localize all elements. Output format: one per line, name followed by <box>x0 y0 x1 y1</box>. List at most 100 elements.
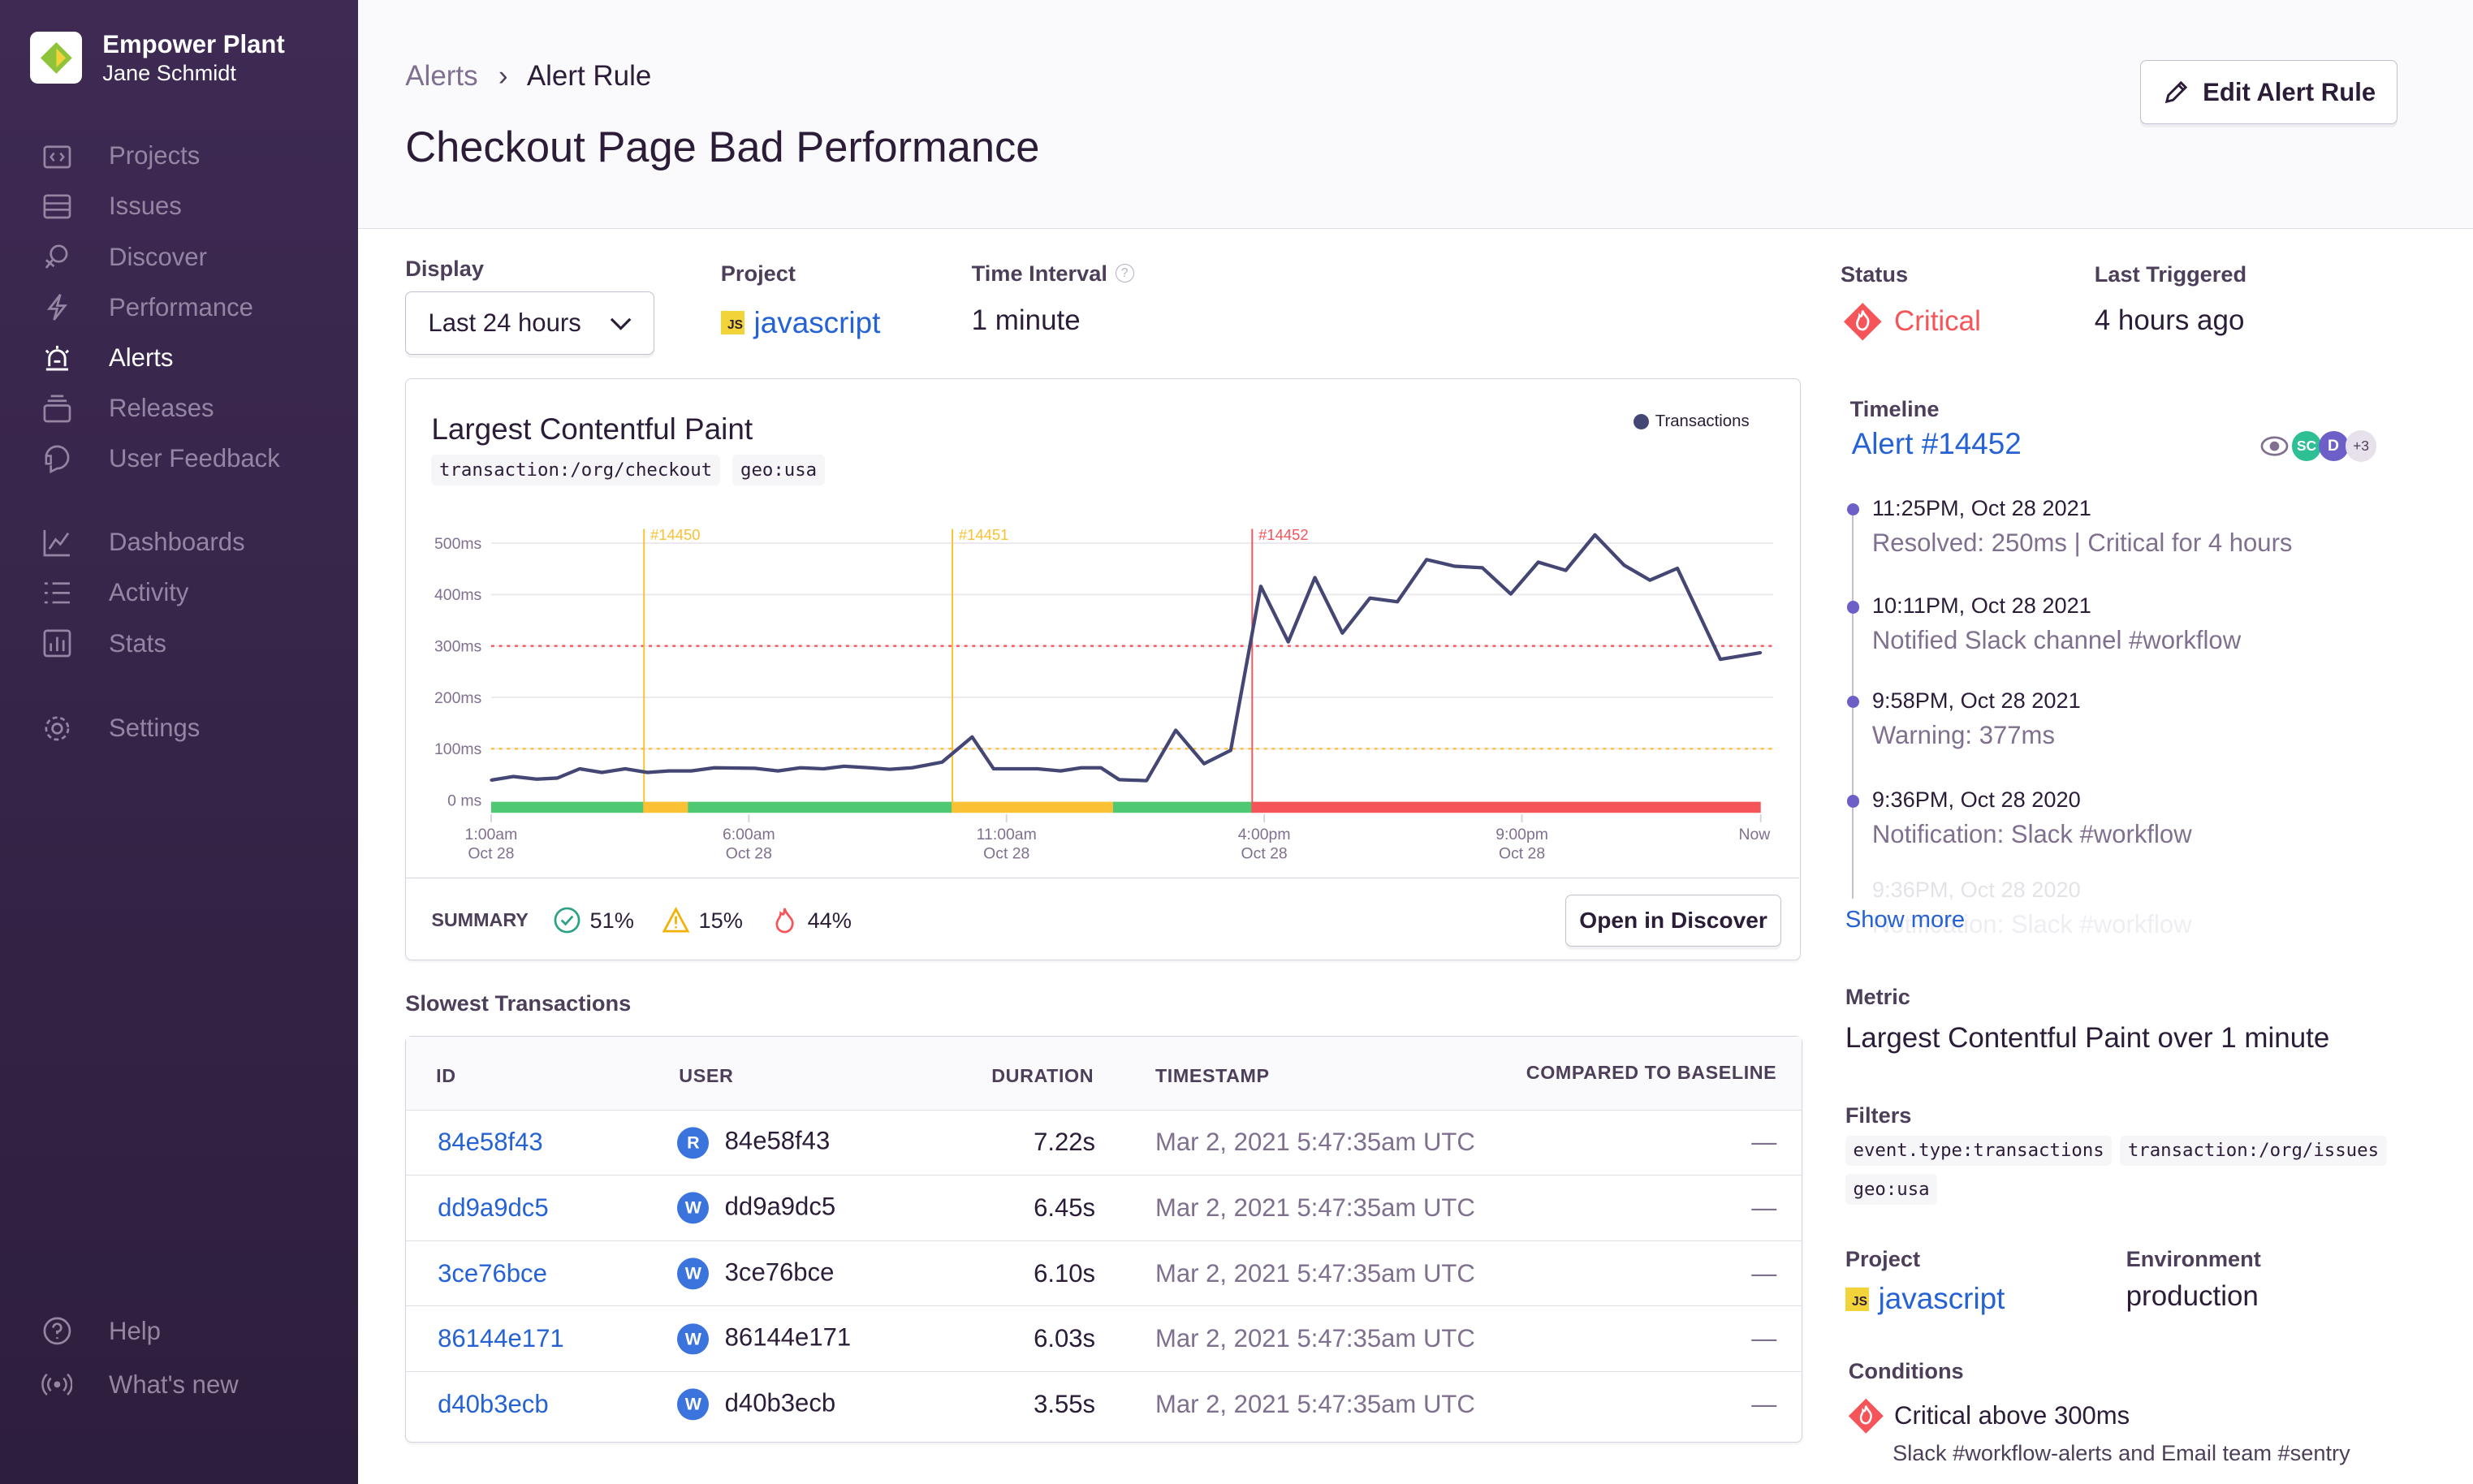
user-cell: W 86144e171 <box>677 1323 851 1355</box>
timeline-event-time: 10:11PM, Oct 28 2021 <box>1871 593 2091 619</box>
user-name[interactable]: Jane Schmidt <box>102 60 236 86</box>
org-logo[interactable] <box>29 31 82 84</box>
incident-marker-label: #14452 <box>1258 526 1309 543</box>
data-point <box>822 767 826 770</box>
transaction-id-link[interactable]: 86144e171 <box>438 1324 564 1353</box>
data-point <box>1594 533 1597 537</box>
sidebar-item-label: Discover <box>109 242 207 271</box>
data-point <box>799 766 802 770</box>
last-triggered-value: 4 hours ago <box>2094 304 2245 336</box>
data-point <box>1099 766 1103 770</box>
data-point <box>1565 569 1568 572</box>
user-feedback-icon <box>44 445 69 474</box>
transaction-id-link[interactable]: 84e58f43 <box>438 1128 543 1157</box>
display-label: Display <box>405 255 484 281</box>
col-user[interactable]: USER <box>679 1065 733 1087</box>
breadcrumb-current: Alert Rule <box>526 59 652 92</box>
timeline-event-description: Notification: Slack #workflow <box>1871 820 2192 849</box>
open-in-discover-button[interactable]: Open in Discover <box>1565 894 1782 947</box>
sidebar-item-activity[interactable]: Activity <box>0 569 358 616</box>
metric-value: Largest Contentful Paint over 1 minute <box>1845 1021 2330 1054</box>
javascript-badge-icon: JS <box>1845 1287 1869 1311</box>
user-cell: Wd40b3ecb <box>677 1388 836 1421</box>
timeline-event-description: Resolved: 250ms | Critical for 4 hours <box>1871 528 2293 557</box>
user-avatar: R <box>677 1127 710 1159</box>
col-timestamp[interactable]: TIMESTAMP <box>1155 1065 1270 1087</box>
data-point <box>713 766 716 770</box>
table-row: dd9a9dc5 Wdd9a9dc5 6.45s Mar 2, 2021 5:4… <box>406 1175 1802 1240</box>
data-point <box>868 766 871 770</box>
data-point <box>601 771 604 774</box>
x-tick-label: 6:00am <box>723 826 775 843</box>
status-value: Critical <box>1842 301 1981 343</box>
status-segment-ok <box>1113 801 1253 813</box>
sidebar-item-projects[interactable]: Projects <box>0 132 358 179</box>
breadcrumb-separator-icon: › <box>498 59 508 92</box>
user-cell: R 84e58f43 <box>677 1127 830 1159</box>
chart-summary: SUMMARY 51% 15% 44% Open in Discover <box>406 878 1799 960</box>
timeline-dot-icon <box>1846 695 1860 709</box>
x-tick-date: Oct 28 <box>726 845 772 863</box>
user-cell: W 3ce76bce <box>677 1258 834 1290</box>
sidebar-item-issues[interactable]: Issues <box>0 183 358 230</box>
detail-project-label: Project <box>1845 1245 1920 1271</box>
data-point <box>1080 766 1083 770</box>
user-cell: Wdd9a9dc5 <box>677 1192 836 1224</box>
detail-project-link[interactable]: JS javascript <box>1845 1282 2005 1316</box>
sidebar-item-performance[interactable]: Performance <box>0 284 358 331</box>
sidebar-item-discover[interactable]: Discover <box>0 234 358 281</box>
data-point <box>646 771 650 774</box>
show-more-link[interactable]: Show more <box>1845 907 1965 934</box>
sidebar-item-user-feedback[interactable]: User Feedback <box>0 435 358 482</box>
edit-alert-rule-button[interactable]: Edit Alert Rule <box>2140 59 2397 125</box>
data-point <box>1623 563 1626 567</box>
seen-by[interactable]: SC D +3 <box>2260 430 2377 463</box>
col-baseline[interactable]: COMPARED TO BASELINE <box>1526 1062 1777 1084</box>
user-name: d40b3ecb <box>724 1388 836 1417</box>
sidebar: Empower Plant Jane Schmidt Projects Issue… <box>0 0 358 1484</box>
sidebar-item-stats[interactable]: Stats <box>0 619 358 667</box>
sidebar-item-settings[interactable]: Settings <box>0 705 358 752</box>
page-header: Alerts › Alert Rule Checkout Page Bad Pe… <box>357 0 2473 229</box>
plant-logo-icon <box>40 41 72 74</box>
alert-link[interactable]: Alert #14452 <box>1852 427 2022 461</box>
x-tick-label: Now <box>1739 826 1772 843</box>
sidebar-item-alerts[interactable]: Alerts <box>0 334 358 382</box>
alerts-icon <box>45 345 69 371</box>
sidebar-item-releases[interactable]: Releases <box>0 385 358 432</box>
table-row: d40b3ecb Wd40b3ecb 3.55s Mar 2, 2021 5:4… <box>406 1371 1802 1437</box>
table-header: ID USER DURATION TIMESTAMP COMPARED TO B… <box>406 1037 1802 1110</box>
data-point <box>1719 658 1722 661</box>
col-id[interactable]: ID <box>436 1065 455 1087</box>
transaction-id-link[interactable]: dd9a9dc5 <box>438 1193 549 1223</box>
data-point <box>1202 762 1206 766</box>
data-point <box>1145 779 1148 783</box>
condition-actions: Slack #workflow-alerts and Email team #s… <box>1893 1439 2350 1465</box>
transaction-id-link[interactable]: d40b3ecb <box>438 1390 549 1419</box>
sidebar-item-what-s-new[interactable]: What's new <box>0 1361 358 1408</box>
data-point <box>1287 641 1290 644</box>
data-point <box>1425 558 1428 562</box>
sidebar-item-label: Projects <box>109 141 201 170</box>
display-select[interactable]: Last 24 hours <box>405 291 655 356</box>
data-point <box>843 765 846 768</box>
detail-project-value: javascript <box>1878 1282 2005 1316</box>
timeline-event-time: 9:36PM, Oct 28 2020 <box>1871 787 2081 813</box>
col-duration[interactable]: DURATION <box>991 1065 1094 1087</box>
project-link[interactable]: JS javascript <box>720 306 880 340</box>
discover-icon <box>45 244 67 270</box>
user-name: dd9a9dc5 <box>724 1192 836 1221</box>
check-circle-icon <box>554 907 580 934</box>
breadcrumb-alerts[interactable]: Alerts <box>405 60 477 92</box>
y-tick-label: 300ms <box>434 638 481 656</box>
help-circle-icon[interactable]: ? <box>1115 263 1134 283</box>
sidebar-item-dashboards[interactable]: Dashboards <box>0 519 358 566</box>
sidebar-item-help[interactable]: Help <box>0 1307 358 1354</box>
org-name[interactable]: Empower Plant <box>102 30 285 59</box>
data-point <box>971 736 974 739</box>
data-point <box>1341 632 1344 635</box>
status-label: Status <box>1841 261 1909 287</box>
transaction-id-link[interactable]: 3ce76bce <box>438 1259 547 1288</box>
data-point <box>1509 593 1513 596</box>
data-point <box>888 768 891 771</box>
